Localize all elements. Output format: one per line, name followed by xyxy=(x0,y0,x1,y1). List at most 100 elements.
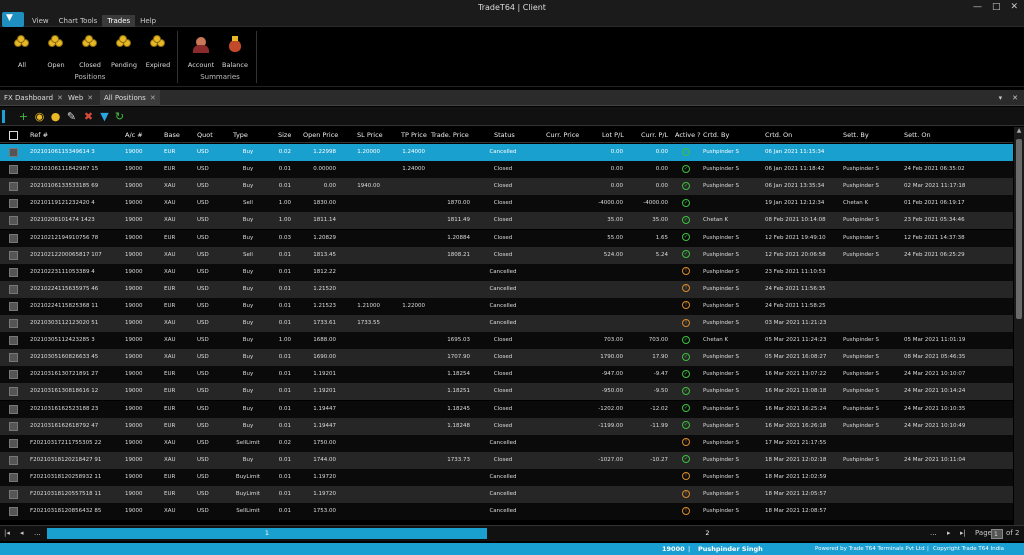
close-button[interactable]: ✕ xyxy=(1010,2,1018,12)
tab-all-positions[interactable]: All Positions ✕ xyxy=(100,90,160,106)
table-row[interactable]: 20210106133533185 69 19000 XAU USD Buy 0.01 0.… xyxy=(0,178,1013,196)
prev-page-button[interactable]: ◂ xyxy=(20,529,24,537)
row-checkbox[interactable] xyxy=(9,319,18,328)
table-row[interactable]: 20210316130721891 27 19000 EUR USD Buy 0.01 1.… xyxy=(0,366,1013,384)
column-header[interactable]: Base xyxy=(164,127,180,143)
filter-icon[interactable]: ▼ xyxy=(98,110,111,123)
row-checkbox[interactable] xyxy=(9,284,18,294)
row-checkbox[interactable] xyxy=(9,233,18,243)
app-logo-icon[interactable]: ▼ xyxy=(2,12,24,27)
column-header[interactable]: Trade. Price xyxy=(431,127,469,143)
eye-icon[interactable]: ◉ xyxy=(33,110,46,123)
row-checkbox[interactable] xyxy=(9,438,18,448)
column-header[interactable]: Open Price xyxy=(303,127,338,143)
table-row[interactable]: 20210106111842987 15 19000 EUR USD Buy 0.01 0.… xyxy=(0,161,1013,179)
column-header[interactable]: Ref # xyxy=(30,127,48,143)
table-row[interactable]: 20210305160826633 45 19000 XAU USD Buy 0.01 16… xyxy=(0,349,1013,367)
table-row[interactable]: 20210316130818616 12 19000 EUR USD Buy 0.01 1.… xyxy=(0,383,1013,401)
menu-trades[interactable]: Trades xyxy=(102,15,136,27)
close-icon[interactable]: ✕ xyxy=(1012,90,1018,106)
column-header[interactable]: TP Price xyxy=(401,127,427,143)
column-header[interactable]: Sett. On xyxy=(904,127,931,143)
page-1-button[interactable]: 1 xyxy=(47,528,487,539)
row-checkbox[interactable] xyxy=(9,507,18,517)
row-checkbox[interactable] xyxy=(9,490,18,499)
table-row[interactable]: 20210212200065817 107 19000 XAU USD Sell 0.01… xyxy=(0,246,1013,264)
row-checkbox[interactable] xyxy=(9,267,18,277)
next-page-button[interactable]: ▸ xyxy=(947,529,951,537)
table-row[interactable]: F20210318120856432 85 19000 XAU USD SellLimi… xyxy=(0,503,1013,521)
refresh-icon[interactable]: ↻ xyxy=(113,110,126,123)
coin-icon[interactable]: ● xyxy=(49,110,62,123)
table-row[interactable]: 20210212194910756 78 19000 EUR USD Buy 0.03 1.… xyxy=(0,229,1013,247)
table-row[interactable]: F20210317211755305 22 19000 XAU USD SellLimi… xyxy=(0,434,1013,452)
table-row[interactable]: 20210119121232420 4 19000 XAU USD Sell 1.00 18… xyxy=(0,195,1013,213)
minimize-button[interactable]: — xyxy=(973,2,982,12)
page-input[interactable]: 1 xyxy=(991,529,1003,539)
maximize-button[interactable]: □ xyxy=(992,2,1001,12)
table-row[interactable]: 20210316162618792 47 19000 EUR USD Buy 0.01 1.… xyxy=(0,417,1013,435)
column-header[interactable]: Status xyxy=(494,127,515,143)
scroll-up-icon[interactable]: ▲ xyxy=(1014,127,1024,136)
ribbon-expired-button[interactable]: Expired xyxy=(138,35,178,69)
row-checkbox[interactable] xyxy=(9,370,18,380)
table-row[interactable]: 20210223111053389 4 19000 XAU USD Buy 0.01 181… xyxy=(0,263,1013,281)
row-checkbox[interactable] xyxy=(9,472,18,482)
pager-ellipsis[interactable]: ... xyxy=(34,529,41,537)
column-header[interactable]: A/c # xyxy=(125,127,143,143)
table-row[interactable]: F20210318120258932 11 19000 EUR USD BuyLimit… xyxy=(0,468,1013,486)
table-row[interactable]: 20210316162523188 23 19000 EUR USD Buy 0.01 1.… xyxy=(0,400,1013,418)
menu-chart-tools[interactable]: Chart Tools xyxy=(54,15,103,27)
row-checkbox[interactable] xyxy=(9,353,18,363)
menu-help[interactable]: Help xyxy=(135,15,161,27)
table-row[interactable]: 20210305112423285 3 19000 XAU USD Buy 1.00 168… xyxy=(0,332,1013,350)
edit-icon[interactable]: ✎ xyxy=(65,110,78,123)
table-row[interactable]: 20210224115825368 11 19000 EUR USD Buy 0.01 1.… xyxy=(0,297,1013,315)
row-checkbox[interactable] xyxy=(9,165,18,175)
menu-view[interactable]: View xyxy=(27,15,54,27)
row-checkbox[interactable] xyxy=(9,387,18,397)
add-icon[interactable]: + xyxy=(17,110,30,123)
column-header[interactable]: Size xyxy=(278,127,291,143)
row-checkbox[interactable] xyxy=(9,250,18,260)
tab-fx-dashboard[interactable]: FX Dashboard ✕ xyxy=(0,90,67,106)
column-header[interactable]: Curr. P/L xyxy=(641,127,668,143)
page-2-button[interactable]: 2 xyxy=(490,528,925,539)
row-checkbox[interactable] xyxy=(9,182,18,192)
table-row[interactable]: F20210318120557518 11 19000 EUR USD BuyLimit… xyxy=(0,486,1013,503)
table-row[interactable]: 20210208101474 1423 19000 XAU USD Buy 1.00 181… xyxy=(0,212,1013,230)
row-checkbox[interactable] xyxy=(9,455,18,465)
column-header[interactable]: Lot P/L xyxy=(602,127,624,143)
column-header[interactable]: Quot xyxy=(197,127,213,143)
column-header[interactable]: Sett. By xyxy=(843,127,869,143)
table-row[interactable]: 20210224115635975 46 19000 EUR USD Buy 0.01 1.… xyxy=(0,280,1013,298)
delete-icon[interactable]: ✖ xyxy=(82,110,95,123)
pager-ellipsis[interactable]: ... xyxy=(930,529,937,537)
tab-dropdown-icon[interactable]: ▾ xyxy=(999,90,1003,106)
row-checkbox[interactable] xyxy=(9,216,18,226)
row-checkbox[interactable] xyxy=(9,301,18,311)
table-row[interactable]: 20210106115349614 3 19000 EUR USD Buy 0.02 1.2… xyxy=(0,144,1013,161)
column-header[interactable]: Curr. Price xyxy=(546,127,579,143)
column-header[interactable]: Type xyxy=(233,127,248,143)
row-checkbox[interactable] xyxy=(9,148,18,157)
ribbon-balance-button[interactable]: Balance xyxy=(215,35,255,69)
column-header[interactable]: Crtd. By xyxy=(703,127,729,143)
column-header[interactable]: Active ? xyxy=(675,127,701,143)
column-header[interactable]: Crtd. On xyxy=(765,127,792,143)
table-row[interactable]: 20210303112123020 51 19000 XAU USD Buy 0.01 17… xyxy=(0,315,1013,332)
row-checkbox[interactable] xyxy=(9,421,18,431)
scroll-thumb[interactable] xyxy=(1016,139,1022,319)
close-icon[interactable]: ✕ xyxy=(57,94,63,102)
last-page-button[interactable]: ▸| xyxy=(960,529,966,537)
close-icon[interactable]: ✕ xyxy=(87,94,93,102)
close-icon[interactable]: ✕ xyxy=(150,94,156,102)
first-page-button[interactable]: |◂ xyxy=(4,529,10,537)
tab-web[interactable]: Web ✕ xyxy=(64,90,97,106)
row-checkbox[interactable] xyxy=(9,404,18,414)
table-row[interactable]: F20210318120218427 91 19000 XAU USD Buy 0.01 1… xyxy=(0,451,1013,469)
column-header[interactable]: SL Price xyxy=(357,127,383,143)
vertical-scrollbar[interactable]: ▲ xyxy=(1014,127,1024,525)
select-all-checkbox[interactable] xyxy=(9,131,18,140)
row-checkbox[interactable] xyxy=(9,336,18,346)
